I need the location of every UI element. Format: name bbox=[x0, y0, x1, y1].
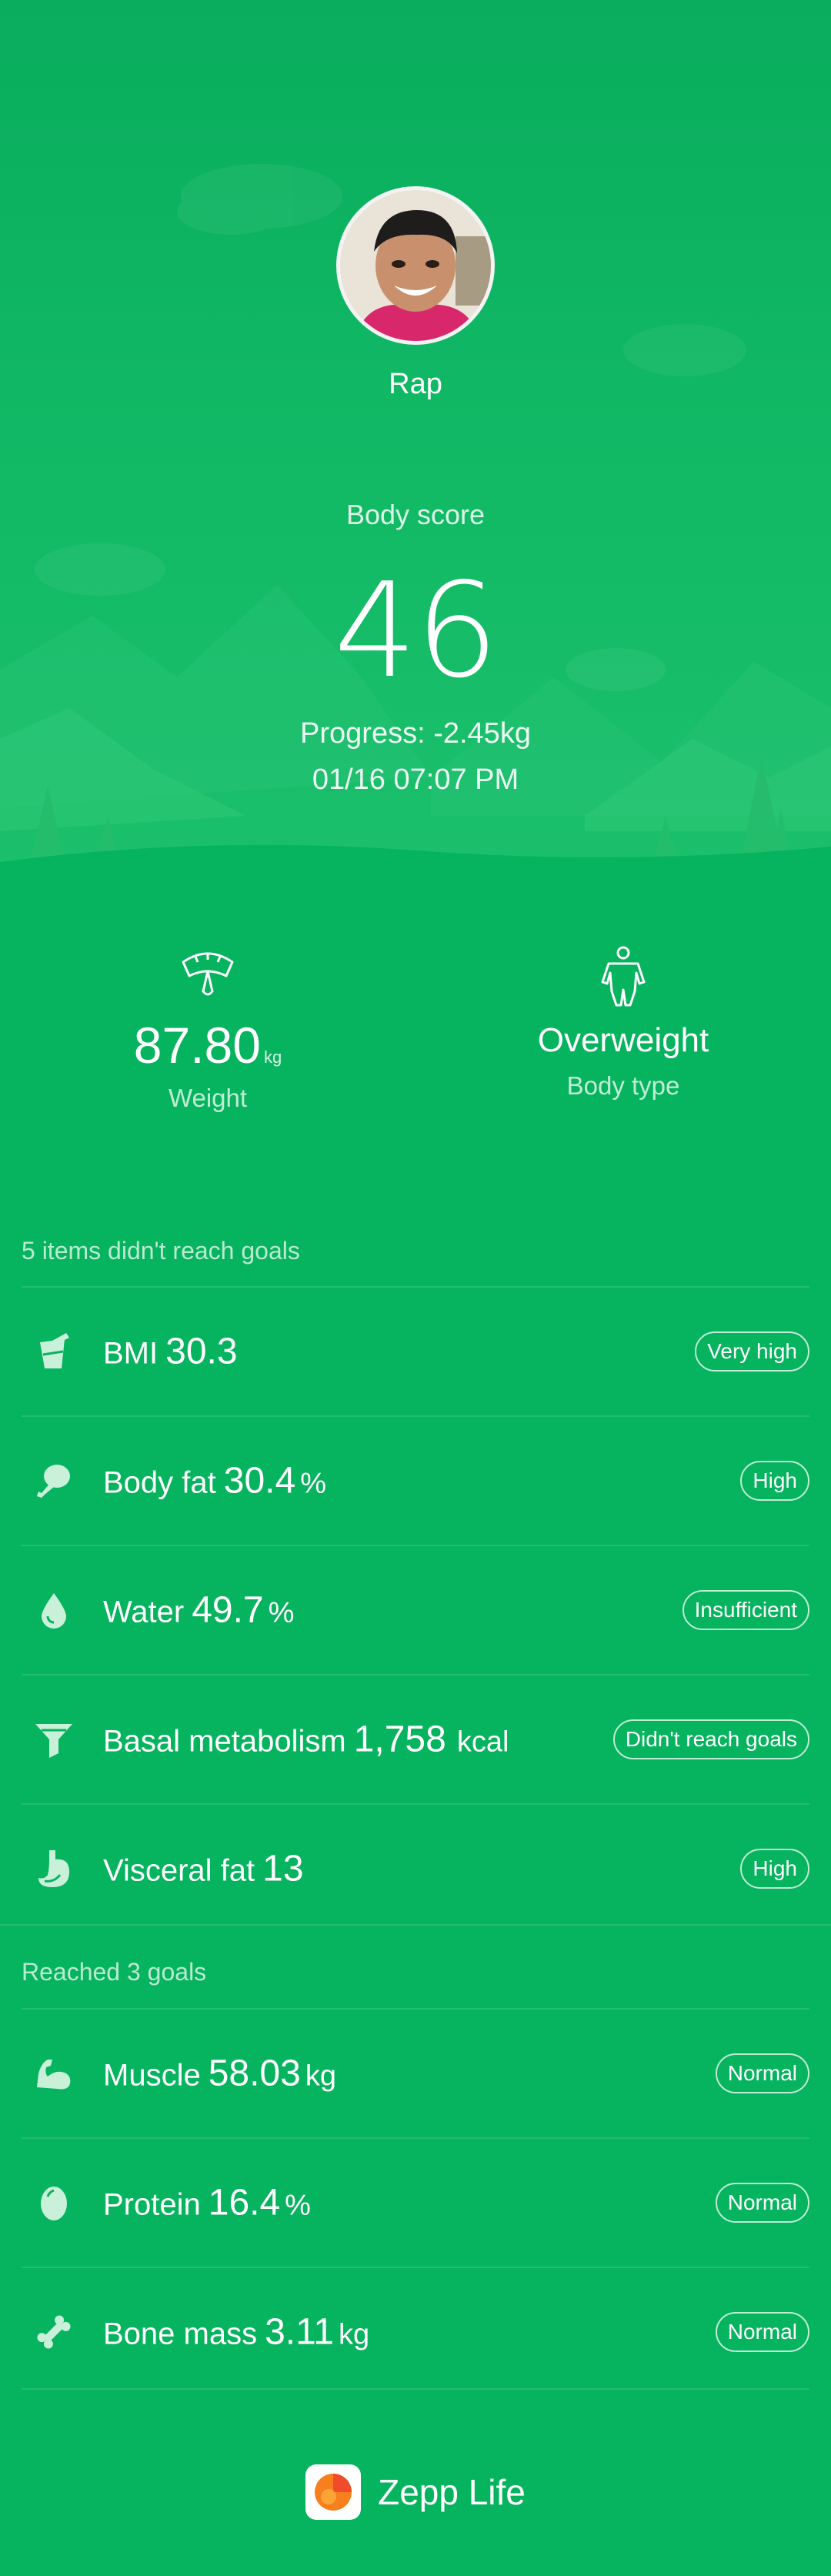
status-badge: Normal bbox=[715, 2312, 809, 2352]
metric-value: 16.4 bbox=[208, 2182, 281, 2224]
metric-name: Basal metabolism bbox=[103, 1724, 346, 1759]
status-badge: Very high bbox=[695, 1331, 809, 1372]
mountain-landscape bbox=[0, 164, 831, 893]
metric-row-basal-metabolism[interactable]: Basal metabolism 1,758 kcal Didn't reach g… bbox=[0, 1676, 831, 1803]
metric-unit: kg bbox=[338, 2318, 370, 2351]
hero-header: Rap Body score 46 Progress: -2.45kg 01/1… bbox=[0, 0, 831, 893]
user-avatar[interactable] bbox=[336, 186, 495, 345]
metric-value: 1,758 bbox=[353, 1719, 446, 1760]
avatar-photo bbox=[340, 190, 491, 341]
metric-name: Muscle bbox=[103, 2058, 201, 2093]
funnel-icon bbox=[35, 1724, 72, 1758]
metric-name: Body fat bbox=[103, 1465, 216, 1500]
metric-unit: kg bbox=[305, 2060, 336, 2093]
status-badge: Normal bbox=[715, 2053, 809, 2093]
measurement-timestamp: 01/16 07:07 PM bbox=[312, 763, 519, 796]
body-type-label: Body type bbox=[566, 1071, 680, 1100]
metric-value: 3.11 bbox=[265, 2311, 334, 2353]
bmi-cup-icon bbox=[40, 1333, 69, 1368]
status-badge: High bbox=[740, 1461, 809, 1501]
divider bbox=[22, 2388, 809, 2390]
metric-text: Body fat 30.4% bbox=[103, 1460, 326, 1502]
metric-unit: % bbox=[300, 1467, 326, 1500]
body-score-label: Body score bbox=[345, 499, 486, 530]
divider bbox=[0, 1924, 831, 1926]
metric-name: Visceral fat bbox=[103, 1853, 255, 1888]
status-badge: Didn't reach goals bbox=[612, 1719, 809, 1759]
weight-unit: kg bbox=[263, 1047, 282, 1067]
metric-name: Protein bbox=[103, 2187, 201, 2222]
metric-row-bone-mass[interactable]: Bone mass 3.11 kg Normal bbox=[0, 2268, 831, 2396]
metric-text: BMI 30.3 bbox=[103, 1331, 242, 1373]
metric-row-protein[interactable]: Protein 16.4% Normal bbox=[0, 2139, 831, 2267]
status-badge: Normal bbox=[715, 2183, 809, 2223]
body-figure-icon bbox=[601, 946, 646, 1007]
scale-icon bbox=[182, 952, 234, 996]
zepp-life-logo bbox=[305, 2464, 362, 2520]
metric-name: BMI bbox=[103, 1336, 159, 1371]
zepp-logo-icon bbox=[315, 2474, 352, 2511]
metric-value: 13 bbox=[262, 1848, 304, 1889]
metric-text: Visceral fat 13 bbox=[103, 1848, 309, 1890]
stomach-icon bbox=[38, 1850, 69, 1887]
not-reached-title: 5 items didn't reach goals bbox=[22, 1237, 300, 1265]
body-type-value: Overweight bbox=[537, 1021, 709, 1059]
status-badge: Insufficient bbox=[682, 1590, 809, 1630]
weight-label: Weight bbox=[168, 1084, 248, 1112]
app-branding: Zepp Life bbox=[0, 2463, 831, 2521]
metric-value: 58.03 bbox=[208, 2053, 301, 2094]
metric-text: Protein 16.4% bbox=[103, 2182, 311, 2224]
metric-row-visceral-fat[interactable]: Visceral fat 13 High bbox=[0, 1805, 831, 1933]
metric-name: Water bbox=[103, 1595, 185, 1629]
metric-value: 30.4 bbox=[223, 1460, 296, 1502]
metric-text: Muscle 58.03 kg bbox=[103, 2053, 336, 2095]
bone-icon bbox=[37, 2315, 71, 2349]
body-type-summary[interactable]: Overweight Body type bbox=[416, 945, 831, 1101]
metric-unit: % bbox=[268, 1596, 295, 1629]
brand-name: Zepp Life bbox=[378, 2472, 526, 2512]
egg-icon bbox=[41, 2187, 67, 2220]
metric-text: Bone mass 3.11 kg bbox=[103, 2311, 369, 2354]
weight-summary[interactable]: 87.80 kg Weight bbox=[0, 947, 416, 1113]
water-drop-icon bbox=[42, 1593, 66, 1629]
metric-text: Water 49.7% bbox=[103, 1589, 294, 1632]
user-name: Rap bbox=[389, 368, 442, 400]
reached-title: Reached 3 goals bbox=[22, 1958, 207, 1986]
metric-row-body-fat[interactable]: Body fat 30.4% High bbox=[0, 1417, 831, 1545]
metric-name: Bone mass bbox=[103, 2317, 258, 2351]
metric-row-muscle[interactable]: Muscle 58.03 kg Normal bbox=[0, 2010, 831, 2137]
metric-row-water[interactable]: Water 49.7% Insufficient bbox=[0, 1546, 831, 1674]
metric-value: 30.3 bbox=[165, 1331, 238, 1372]
metric-unit: % bbox=[285, 2189, 311, 2222]
weight-value: 87.80 bbox=[133, 1017, 261, 1074]
drumstick-icon bbox=[37, 1465, 70, 1498]
metric-value: 49.7 bbox=[192, 1589, 264, 1631]
metric-unit: kcal bbox=[456, 1726, 509, 1759]
flexed-arm-icon bbox=[37, 2060, 71, 2090]
weight-progress: Progress: -2.45kg bbox=[300, 717, 531, 750]
metric-row-bmi[interactable]: BMI 30.3 Very high bbox=[0, 1288, 831, 1415]
metric-text: Basal metabolism 1,758 kcal bbox=[103, 1719, 509, 1761]
body-score-value: 46 bbox=[333, 555, 499, 707]
status-badge: High bbox=[740, 1849, 809, 1889]
